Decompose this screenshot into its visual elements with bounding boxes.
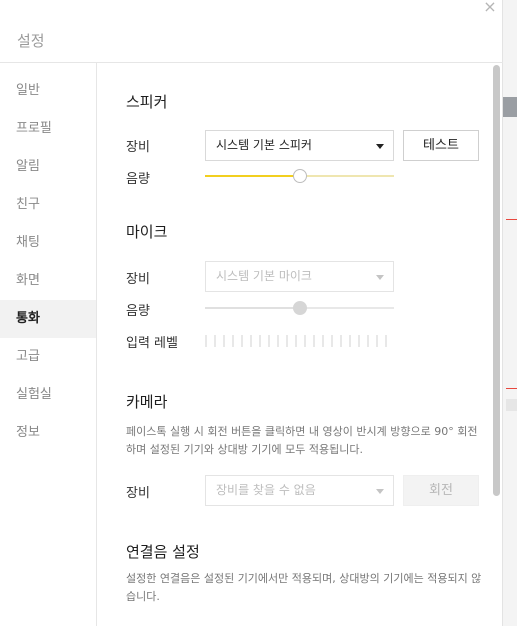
settings-sidebar: 일반 프로필 알림 친구 채팅 화면 통화 고급 실험실 정보 — [0, 62, 97, 626]
mic-section-title: 마이크 — [126, 223, 168, 241]
mic-device-value: 시스템 기본 마이크 — [216, 269, 312, 283]
level-tick — [232, 335, 234, 347]
level-tick — [331, 335, 333, 347]
settings-content: 스피커 장비 시스템 기본 스피커 테스트 음량 마이크 장비 시스템 기본 마… — [97, 62, 503, 626]
slider-fill — [205, 175, 300, 177]
background-window-line — [506, 388, 517, 389]
level-tick — [286, 335, 288, 347]
level-tick — [313, 335, 315, 347]
slider-fill — [205, 307, 300, 309]
settings-dialog: × 설정 일반 프로필 알림 친구 채팅 화면 통화 고급 실험실 정보 스피커… — [0, 0, 503, 626]
camera-rotate-button[interactable]: 회전 — [403, 475, 479, 506]
chevron-down-icon — [376, 275, 384, 280]
sidebar-item-advanced[interactable]: 고급 — [0, 338, 96, 376]
mic-input-level-label: 입력 레벨 — [126, 336, 178, 351]
ringtone-section-title: 연결음 설정 — [126, 543, 200, 561]
level-tick — [295, 335, 297, 347]
speaker-device-label: 장비 — [126, 140, 150, 155]
sidebar-item-friends[interactable]: 친구 — [0, 186, 96, 224]
sidebar-item-notifications[interactable]: 알림 — [0, 148, 96, 186]
mic-input-level-meter — [205, 335, 387, 347]
content-scrollbar[interactable] — [493, 65, 500, 496]
level-tick — [367, 335, 369, 347]
camera-device-select[interactable]: 장비를 찾을 수 없음 — [205, 475, 394, 506]
level-tick — [340, 335, 342, 347]
speaker-volume-label: 음량 — [126, 172, 150, 187]
slider-knob[interactable] — [292, 169, 307, 183]
speaker-volume-slider[interactable] — [205, 169, 394, 183]
level-tick — [385, 335, 387, 347]
background-window-line — [506, 219, 517, 220]
level-tick — [205, 335, 207, 347]
mic-device-label: 장비 — [126, 272, 150, 287]
speaker-device-select[interactable]: 시스템 기본 스피커 — [205, 130, 394, 161]
mic-device-select[interactable]: 시스템 기본 마이크 — [205, 261, 394, 292]
sidebar-item-labs[interactable]: 실험실 — [0, 376, 96, 414]
sidebar-item-display[interactable]: 화면 — [0, 262, 96, 300]
sidebar-item-profile[interactable]: 프로필 — [0, 110, 96, 148]
background-window-bar — [503, 97, 517, 117]
level-tick — [250, 335, 252, 347]
level-tick — [376, 335, 378, 347]
dialog-title: 설정 — [17, 32, 45, 50]
level-tick — [322, 335, 324, 347]
mic-volume-label: 음량 — [126, 304, 150, 319]
level-tick — [277, 335, 279, 347]
camera-device-label: 장비 — [126, 486, 150, 501]
camera-device-placeholder: 장비를 찾을 수 없음 — [216, 483, 316, 497]
level-tick — [349, 335, 351, 347]
sidebar-item-call[interactable]: 통화 — [0, 300, 96, 338]
close-icon[interactable]: × — [481, 0, 499, 16]
level-tick — [214, 335, 216, 347]
camera-section-title: 카메라 — [126, 393, 168, 411]
sidebar-item-general[interactable]: 일반 — [0, 72, 96, 110]
chevron-down-icon — [376, 489, 384, 494]
background-window-edge — [503, 0, 517, 626]
ringtone-description: 설정한 연결음은 설정된 기기에서만 적용되며, 상대방의 기기에는 적용되지 … — [126, 572, 482, 603]
slider-knob[interactable] — [292, 301, 307, 315]
level-tick — [268, 335, 270, 347]
level-tick — [358, 335, 360, 347]
level-tick — [259, 335, 261, 347]
speaker-device-value: 시스템 기본 스피커 — [216, 138, 312, 152]
background-window-block — [506, 399, 517, 411]
mic-volume-slider[interactable] — [205, 301, 394, 315]
chevron-down-icon — [376, 144, 384, 149]
speaker-test-button[interactable]: 테스트 — [403, 130, 479, 161]
level-tick — [304, 335, 306, 347]
sidebar-item-info[interactable]: 정보 — [0, 414, 96, 452]
speaker-section-title: 스피커 — [126, 93, 168, 111]
camera-description: 페이스톡 실행 시 회전 버튼을 클릭하면 내 영상이 반시계 방향으로 90°… — [126, 425, 478, 456]
level-tick — [241, 335, 243, 347]
sidebar-item-chat[interactable]: 채팅 — [0, 224, 96, 262]
level-tick — [223, 335, 225, 347]
